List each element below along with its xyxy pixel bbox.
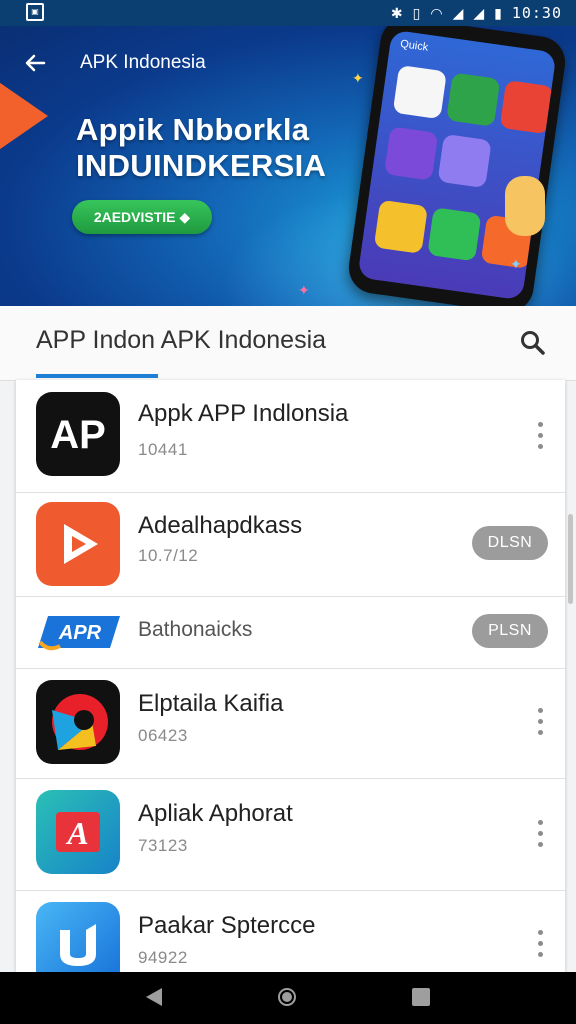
- banner-cta-button[interactable]: 2AEDVISTIE ◆: [72, 200, 212, 234]
- download-button[interactable]: DLSN: [472, 526, 548, 560]
- app-list: AP Appk APP Indlonsia 10441 Adealhapdkas…: [16, 380, 565, 972]
- app-icon-u: [36, 902, 120, 972]
- list-item[interactable]: Adealhapdkass 10.7/12 DLSN: [16, 492, 565, 597]
- nav-recents-icon[interactable]: [412, 988, 430, 1006]
- svg-text:AP: AP: [50, 413, 106, 457]
- nav-home-icon[interactable]: [278, 988, 296, 1006]
- download-button[interactable]: PLSN: [472, 614, 548, 648]
- section-header: APP Indon APK Indonesia: [0, 306, 576, 381]
- system-nav-bar: [0, 972, 576, 1024]
- status-time: 10:30: [511, 4, 562, 22]
- sparkle-icon: ✦: [510, 256, 522, 272]
- app-subtitle: 10441: [138, 440, 188, 459]
- banner-title: Appik Nbborkla INDUINDKERSIA: [76, 112, 327, 183]
- app-subtitle: 94922: [138, 948, 188, 967]
- decor-triangle: [0, 76, 48, 156]
- list-item[interactable]: APR Bathonaicks PLSN: [16, 596, 565, 669]
- tab-apk-indonesia[interactable]: APP Indon APK Indonesia: [36, 326, 326, 355]
- app-subtitle: 10.7/12: [138, 546, 199, 565]
- bluetooth-icon: ✱: [390, 4, 403, 21]
- list-item[interactable]: Paakar Sptercce 94922: [16, 890, 565, 972]
- app-icon-ap: AP: [36, 392, 120, 476]
- scrollbar[interactable]: [568, 514, 573, 604]
- more-options-icon[interactable]: [530, 708, 550, 738]
- app-name: Paakar Sptercce: [138, 912, 316, 939]
- signal-icon: ◢: [452, 4, 464, 21]
- nav-back-icon[interactable]: [146, 988, 162, 1006]
- battery-icon: ▮: [494, 4, 502, 21]
- app-icon-colorful: [36, 680, 120, 764]
- back-arrow-icon[interactable]: [22, 50, 54, 78]
- svg-text:A: A: [65, 815, 88, 851]
- app-name: Appk APP Indlonsia: [138, 400, 349, 427]
- list-item[interactable]: Elptaila Kaifia 06423: [16, 668, 565, 779]
- app-name: Adealhapdkass: [138, 512, 303, 539]
- more-options-icon[interactable]: [530, 422, 550, 452]
- search-icon[interactable]: [518, 328, 548, 358]
- sparkle-icon: ✦: [352, 70, 364, 86]
- app-name: Bathonaicks: [138, 618, 253, 641]
- list-item[interactable]: AP Appk APP Indlonsia 10441: [16, 380, 565, 493]
- app-icon-a: A: [36, 790, 120, 874]
- more-options-icon[interactable]: [530, 820, 550, 850]
- more-options-icon[interactable]: [530, 930, 550, 960]
- play-icon: [36, 502, 120, 586]
- promo-banner: APK Indonesia Appik Nbborkla INDUINDKERS…: [0, 26, 576, 306]
- svg-text:APR: APR: [58, 622, 102, 644]
- signal-icon-2: ◢: [473, 4, 485, 21]
- app-subtitle: 06423: [138, 726, 188, 745]
- screenshot-icon: ▣: [26, 3, 44, 21]
- vibrate-icon: ▯: [412, 4, 421, 21]
- app-name: Elptaila Kaifia: [138, 690, 284, 717]
- status-bar: ▣ ✱ ▯ ◠ ◢ ◢ ▮ 10:30: [0, 0, 576, 26]
- list-item[interactable]: A Apliak Aphorat 73123: [16, 778, 565, 891]
- wifi-icon: ◠: [430, 4, 443, 21]
- banner-header-label: APK Indonesia: [80, 52, 206, 73]
- phone-illustration: Quick: [345, 26, 569, 306]
- sparkle-icon: ✦: [298, 282, 310, 298]
- app-subtitle: 73123: [138, 836, 188, 855]
- tab-active-indicator: [36, 374, 158, 378]
- app-name: Apliak Aphorat: [138, 800, 293, 827]
- apr-logo: APR: [38, 612, 122, 652]
